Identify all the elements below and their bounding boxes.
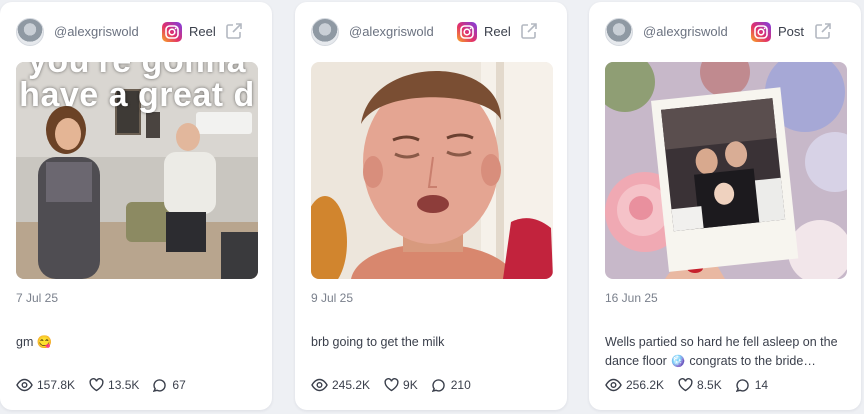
post-date: 7 Jul 25 xyxy=(16,291,59,305)
comments-stat: 210 xyxy=(431,378,471,392)
post-media[interactable] xyxy=(311,62,553,279)
heart-icon xyxy=(678,378,693,392)
video-caption-overlay: you're gonna have a great d xyxy=(19,62,255,114)
avatar[interactable] xyxy=(605,18,633,46)
comments-stat: 67 xyxy=(153,378,186,392)
account-handle[interactable]: @alexgriswold xyxy=(54,24,139,39)
external-link-icon[interactable] xyxy=(813,21,833,41)
instagram-icon xyxy=(457,22,477,42)
video-thumbnail xyxy=(311,62,553,279)
comments-count: 14 xyxy=(754,378,769,392)
account-handle[interactable]: @alexgriswold xyxy=(349,24,434,39)
post-media[interactable]: you're gonna have a great d xyxy=(16,62,258,279)
instagram-icon xyxy=(162,22,182,42)
likes-count: 13.5K xyxy=(108,378,140,392)
avatar[interactable] xyxy=(311,18,339,46)
post-caption: gm 😋 xyxy=(16,335,53,349)
views-stat: 245.2K xyxy=(311,378,370,392)
card-header: @alexgriswold Post xyxy=(589,16,861,48)
comment-icon xyxy=(153,379,167,392)
likes-stat: 8.5K xyxy=(678,378,722,392)
views-count: 245.2K xyxy=(332,378,371,392)
views-count: 157.8K xyxy=(37,378,76,392)
post-type-label: Post xyxy=(778,24,805,39)
eye-icon xyxy=(311,378,328,392)
post-stats: 245.2K 9K 210 xyxy=(311,376,485,394)
heart-icon xyxy=(384,378,399,392)
post-caption: brb going to get the milk xyxy=(311,335,445,349)
post-type-label: Reel xyxy=(484,24,511,39)
post-stats: 157.8K 13.5K 67 xyxy=(16,376,200,394)
likes-count: 8.5K xyxy=(697,378,722,392)
comment-icon xyxy=(431,379,445,392)
avatar[interactable] xyxy=(16,18,44,46)
post-card[interactable]: @alexgriswold Post 16 Jun 25 Wells parti… xyxy=(589,2,861,410)
external-link-icon[interactable] xyxy=(224,21,244,41)
comment-icon xyxy=(735,379,749,392)
post-type-label: Reel xyxy=(189,24,216,39)
comments-count: 210 xyxy=(450,378,471,392)
card-header: @alexgriswold Reel xyxy=(295,16,567,48)
photo-thumbnail xyxy=(605,62,847,279)
comments-count: 67 xyxy=(172,378,186,392)
likes-stat: 9K xyxy=(384,378,418,392)
eye-icon xyxy=(605,378,622,392)
post-card[interactable]: @alexgriswold Reel xyxy=(295,2,567,410)
views-count: 256.2K xyxy=(626,378,665,392)
post-stats: 256.2K 8.5K 14 xyxy=(605,376,782,394)
post-date: 9 Jul 25 xyxy=(311,291,354,305)
eye-icon xyxy=(16,378,33,392)
post-date: 16 Jun 25 xyxy=(605,291,658,305)
heart-icon xyxy=(89,378,104,392)
post-caption: Wells partied so hard he fell asleep on … xyxy=(605,335,838,368)
likes-stat: 13.5K xyxy=(89,378,139,392)
views-stat: 157.8K xyxy=(16,378,75,392)
card-header: @alexgriswold Reel xyxy=(0,16,272,48)
comments-stat: 14 xyxy=(735,378,769,392)
post-card[interactable]: @alexgriswold Reel xyxy=(0,2,272,410)
post-media[interactable] xyxy=(605,62,847,279)
views-stat: 256.2K xyxy=(605,378,664,392)
instagram-icon xyxy=(751,22,771,42)
external-link-icon[interactable] xyxy=(519,21,539,41)
likes-count: 9K xyxy=(403,378,418,392)
account-handle[interactable]: @alexgriswold xyxy=(643,24,728,39)
